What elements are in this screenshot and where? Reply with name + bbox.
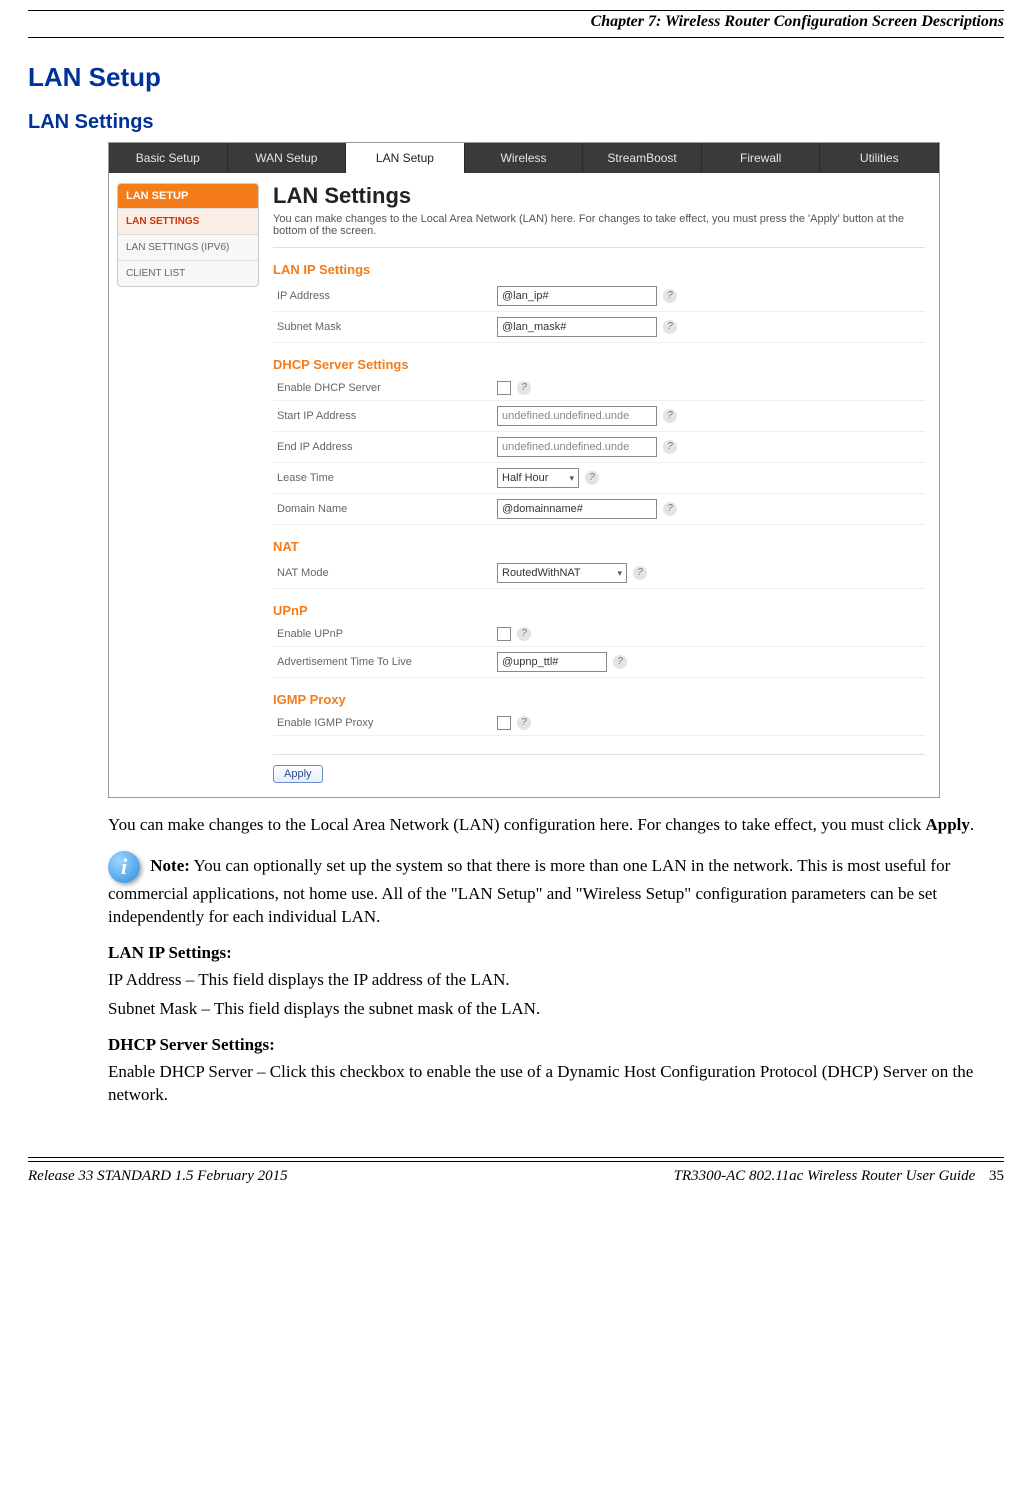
- heading-lan-setup: LAN Setup: [28, 62, 1004, 93]
- footer-page-number: 35: [989, 1168, 1004, 1184]
- intro-paragraph: You can make changes to the Local Area N…: [108, 814, 1004, 837]
- chevron-down-icon: ▾: [617, 568, 622, 579]
- label-subnet-mask: Subnet Mask: [273, 321, 497, 333]
- section-igmp-proxy: IGMP Proxy: [273, 692, 925, 707]
- checkbox-enable-dhcp[interactable]: [497, 381, 511, 395]
- apply-button[interactable]: Apply: [273, 765, 323, 783]
- note-block: i Note: You can optionally set up the sy…: [108, 851, 1004, 929]
- panel-description: You can make changes to the Local Area N…: [273, 213, 925, 248]
- help-icon[interactable]: ?: [517, 627, 531, 641]
- chapter-header: Chapter 7: Wireless Router Configuration…: [28, 13, 1004, 38]
- help-icon[interactable]: ?: [663, 440, 677, 454]
- ip-address-description: IP Address – This field displays the IP …: [108, 969, 1004, 992]
- label-lease-time: Lease Time: [273, 472, 497, 484]
- page-footer: Release 33 STANDARD 1.5 February 2015 TR…: [28, 1157, 1004, 1185]
- sidebar-item-client-list[interactable]: CLIENT LIST: [118, 260, 258, 286]
- help-icon[interactable]: ?: [613, 655, 627, 669]
- tab-streamboost[interactable]: StreamBoost: [583, 143, 702, 173]
- label-end-ip: End IP Address: [273, 441, 497, 453]
- info-icon: i: [108, 851, 140, 883]
- label-start-ip: Start IP Address: [273, 410, 497, 422]
- sidebar-item-lan-settings[interactable]: LAN SETTINGS: [118, 208, 258, 234]
- heading-lan-settings: LAN Settings: [28, 111, 1004, 134]
- footer-release: Release 33 STANDARD 1.5 February 2015: [28, 1168, 288, 1185]
- tab-basic-setup[interactable]: Basic Setup: [109, 143, 228, 173]
- tab-wireless[interactable]: Wireless: [465, 143, 584, 173]
- section-nat: NAT: [273, 539, 925, 554]
- label-enable-igmp: Enable IGMP Proxy: [273, 717, 497, 729]
- select-nat-mode-value: RoutedWithNAT: [502, 567, 581, 579]
- label-enable-dhcp: Enable DHCP Server: [273, 382, 497, 394]
- lan-ip-settings-heading: LAN IP Settings:: [108, 943, 1004, 963]
- checkbox-enable-upnp[interactable]: [497, 627, 511, 641]
- sidebar-item-lan-settings-ipv6[interactable]: LAN SETTINGS (IPV6): [118, 234, 258, 260]
- help-icon[interactable]: ?: [663, 409, 677, 423]
- label-enable-upnp: Enable UPnP: [273, 628, 497, 640]
- input-adv-ttl[interactable]: [497, 652, 607, 672]
- select-lease-time-value: Half Hour: [502, 472, 548, 484]
- chevron-down-icon: ▾: [569, 473, 574, 484]
- section-upnp: UPnP: [273, 603, 925, 618]
- subnet-mask-description: Subnet Mask – This field displays the su…: [108, 998, 1004, 1021]
- router-ui-screenshot: Basic Setup WAN Setup LAN Setup Wireless…: [108, 142, 940, 798]
- section-dhcp-server: DHCP Server Settings: [273, 357, 925, 372]
- help-icon[interactable]: ?: [663, 289, 677, 303]
- note-text: You can optionally set up the system so …: [108, 856, 950, 926]
- sidebar-header: LAN SETUP: [118, 184, 258, 208]
- help-icon[interactable]: ?: [663, 320, 677, 334]
- input-start-ip[interactable]: [497, 406, 657, 426]
- sidebar: LAN SETUP LAN SETTINGS LAN SETTINGS (IPV…: [109, 173, 267, 797]
- checkbox-enable-igmp[interactable]: [497, 716, 511, 730]
- tab-utilities[interactable]: Utilities: [820, 143, 939, 173]
- label-nat-mode: NAT Mode: [273, 567, 497, 579]
- select-lease-time[interactable]: Half Hour ▾: [497, 468, 579, 488]
- help-icon[interactable]: ?: [663, 502, 677, 516]
- input-ip-address[interactable]: [497, 286, 657, 306]
- footer-guide-title: TR3300-AC 802.11ac Wireless Router User …: [674, 1168, 976, 1184]
- help-icon[interactable]: ?: [517, 381, 531, 395]
- help-icon[interactable]: ?: [585, 471, 599, 485]
- input-subnet-mask[interactable]: [497, 317, 657, 337]
- input-end-ip[interactable]: [497, 437, 657, 457]
- tab-wan-setup[interactable]: WAN Setup: [228, 143, 347, 173]
- section-lan-ip-settings: LAN IP Settings: [273, 262, 925, 277]
- tab-lan-setup[interactable]: LAN Setup: [346, 143, 465, 173]
- panel-title: LAN Settings: [273, 183, 925, 209]
- label-ip-address: IP Address: [273, 290, 497, 302]
- input-domain-name[interactable]: [497, 499, 657, 519]
- help-icon[interactable]: ?: [517, 716, 531, 730]
- select-nat-mode[interactable]: RoutedWithNAT ▾: [497, 563, 627, 583]
- enable-dhcp-description: Enable DHCP Server – Click this checkbox…: [108, 1061, 1004, 1107]
- label-domain-name: Domain Name: [273, 503, 497, 515]
- top-tabs: Basic Setup WAN Setup LAN Setup Wireless…: [109, 143, 939, 173]
- help-icon[interactable]: ?: [633, 566, 647, 580]
- label-adv-ttl: Advertisement Time To Live: [273, 656, 497, 668]
- tab-firewall[interactable]: Firewall: [702, 143, 821, 173]
- dhcp-server-settings-heading: DHCP Server Settings:: [108, 1035, 1004, 1055]
- note-label: Note:: [150, 856, 190, 875]
